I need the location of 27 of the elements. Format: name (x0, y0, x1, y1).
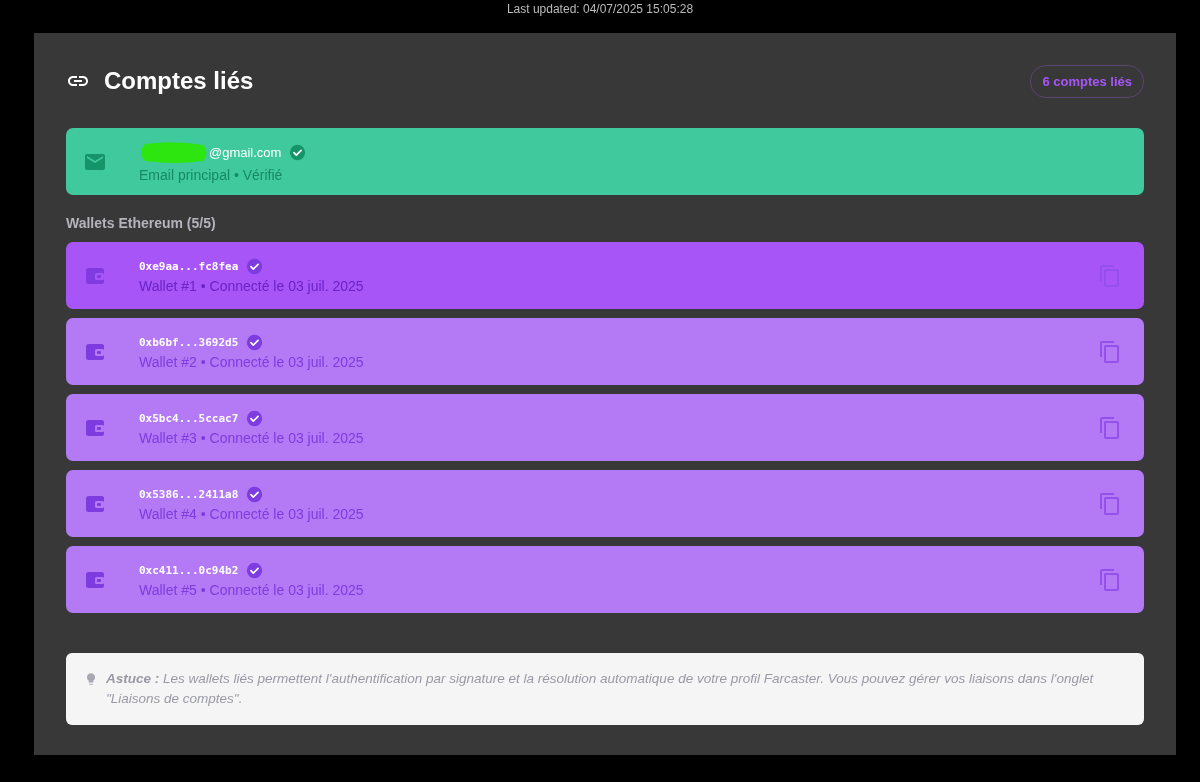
email-address: @gmail.com (209, 144, 282, 160)
wallet-card[interactable]: 0xb6bf...3692d5 Wallet #2 • Connecté le 03 juil. 2025 (66, 318, 1144, 385)
wallet-subtitle: Wallet #5 • Connecté le 03 juil. 2025 (139, 581, 365, 598)
linked-count-badge: 6 comptes liés (1030, 64, 1144, 98)
wallet-subtitle: Wallet #1 • Connecté le 03 juil. 2025 (139, 277, 365, 294)
section-title: Comptes liés (104, 67, 255, 95)
wallet-card[interactable]: 0x5386...2411a8 Wallet #4 • Connecté le 03 juil. 2025 (66, 470, 1144, 537)
wallet-card[interactable]: 0xe9aa...fc8fea Wallet #1 • Connecté le 03 juil. 2025 (66, 242, 1144, 309)
copy-icon[interactable] (1098, 339, 1122, 364)
wallet-card[interactable]: 0xc411...0c94b2 Wallet #5 • Connecté le 03 juil. 2025 (66, 546, 1144, 613)
wallet-subtitle: Wallet #3 • Connecté le 03 juil. 2025 (139, 429, 365, 446)
tip-text: Astuce : Les wallets liés permettent l'authentification par signature et la résolution automatique de votre profil Farcaster. Vous pouvez gérer vos liaisons dans l'onglet "Liaisons de comptes". (106, 670, 1095, 708)
wallet-address: 0xc411...0c94b2 (139, 563, 239, 577)
copy-icon[interactable] (1098, 415, 1122, 440)
email-subtitle: Email principal • Vérifié (139, 166, 284, 183)
wallet-subtitle: Wallet #4 • Connecté le 03 juil. 2025 (139, 505, 365, 522)
copy-icon[interactable] (1098, 567, 1122, 592)
wallet-address: 0x5386...2411a8 (139, 487, 239, 501)
wallet-address: 0xe9aa...fc8fea (139, 259, 239, 273)
copy-icon[interactable] (1098, 491, 1122, 516)
lightbulb-icon (84, 670, 98, 688)
wallets-heading: Wallets Ethereum (5/5) (66, 215, 217, 231)
last-updated-text: Last updated: 04/07/2025 15:05:28 (506, 2, 694, 16)
wallet-address: 0x5bc4...5ccac7 (139, 411, 239, 425)
wallet-address: 0xb6bf...3692d5 (139, 335, 239, 349)
wallet-card[interactable]: 0x5bc4...5ccac7 Wallet #3 • Connecté le 03 juil. 2025 (66, 394, 1144, 461)
wallet-subtitle: Wallet #2 • Connecté le 03 juil. 2025 (139, 353, 365, 370)
